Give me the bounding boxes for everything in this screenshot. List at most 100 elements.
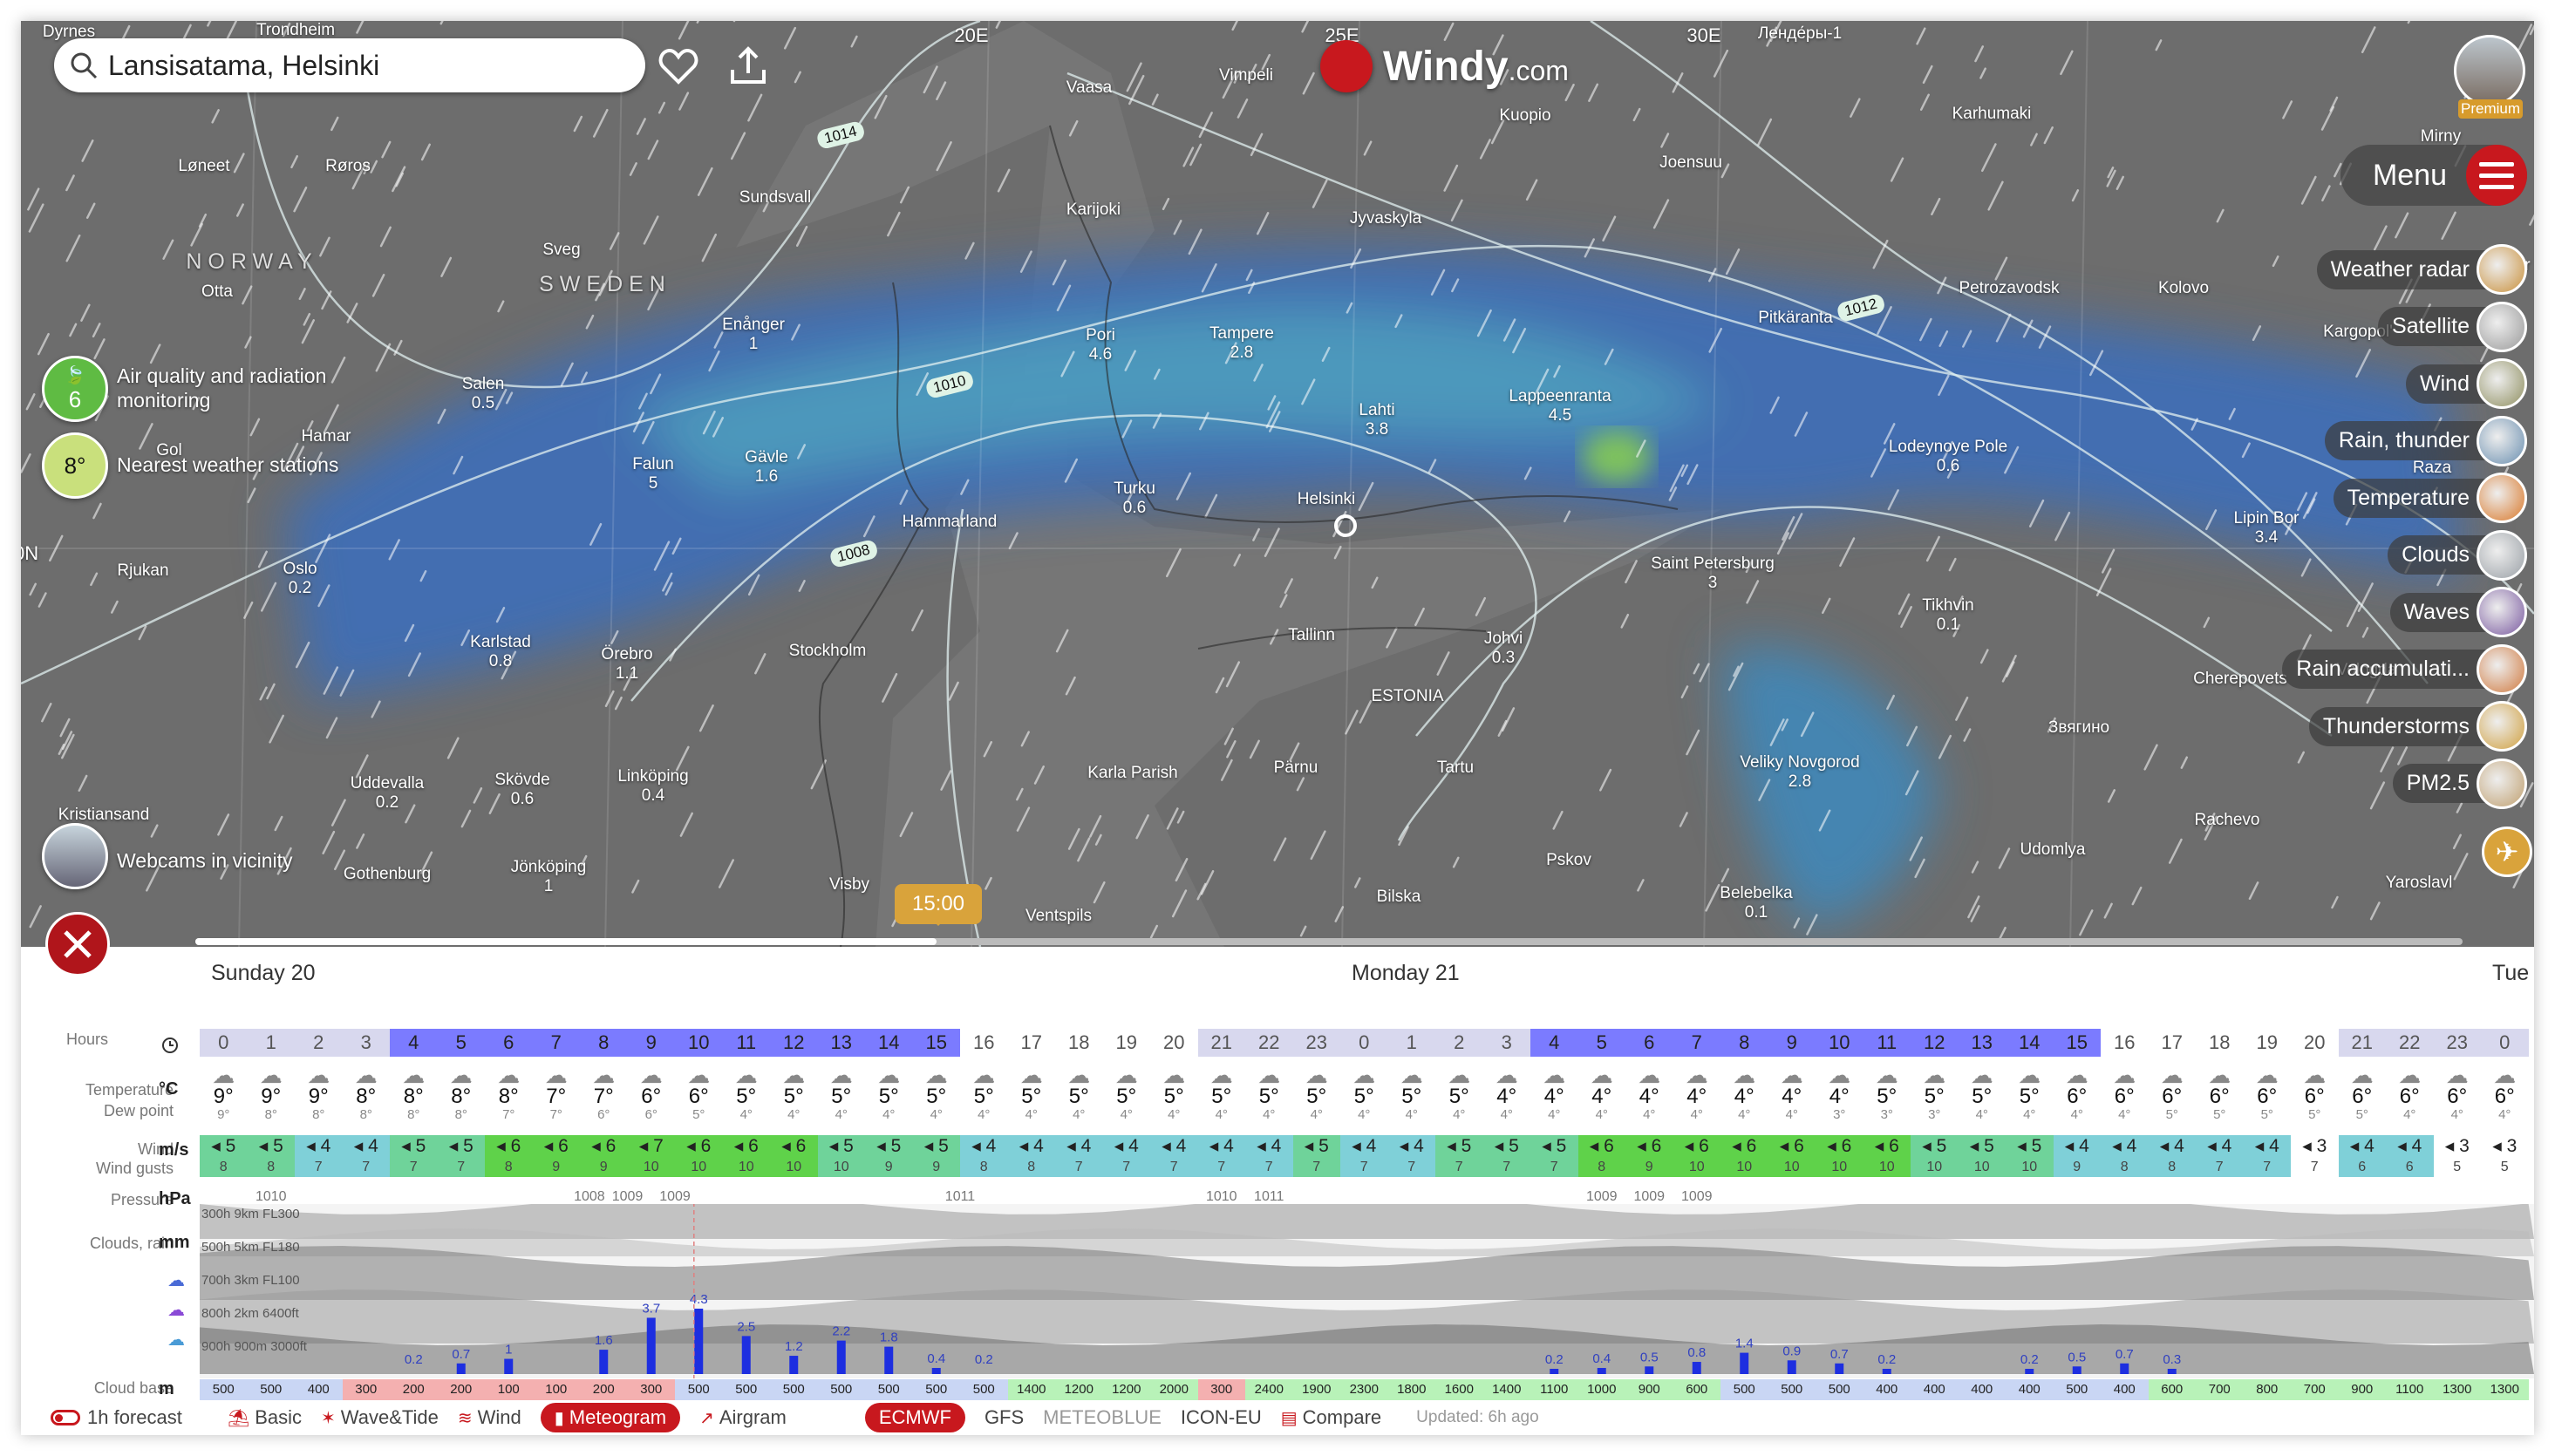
temperature-cell: 5° (783, 1085, 804, 1108)
rain-label: 0.3 (2163, 1352, 2181, 1367)
gust-cell: 7 (1245, 1158, 1293, 1177)
airplane-icon[interactable]: ✈ (2482, 827, 2532, 877)
gust-cell: 8 (1577, 1158, 1625, 1177)
row-labels: Hours Temperature Dew point Wind Wind gu… (21, 947, 174, 1418)
basic-icon: ⛱ (227, 1408, 250, 1428)
temperature-cell: 5° (1211, 1085, 1232, 1108)
tab-basic[interactable]: ⛱ Basic (228, 1406, 302, 1429)
layer-thumbnail-icon (2477, 301, 2527, 352)
layer-thumbnail-icon (2477, 758, 2527, 809)
rain-bar (1645, 1366, 1654, 1374)
avatar[interactable] (2454, 35, 2525, 106)
gust-cell: 10 (1816, 1158, 1863, 1177)
layer-thumbnail-icon (2477, 415, 2527, 466)
compare-button[interactable]: ▤ Compare (1281, 1406, 1381, 1429)
weather-stations-button[interactable]: 8° Nearest weather stations (42, 432, 338, 499)
wind-cell: ◂ 4 (1340, 1135, 1388, 1158)
tab-wind[interactable]: ≋ Wind (458, 1406, 521, 1429)
map-city-label: Otta (201, 282, 233, 301)
share-icon[interactable] (726, 44, 771, 89)
model-icon-eu[interactable]: ICON-EU (1181, 1406, 1262, 1429)
wind-cell: ◂ 5 (1958, 1135, 2006, 1158)
webcams-button[interactable] (42, 509, 108, 889)
wind-cell: ◂ 5 (1911, 1135, 1959, 1158)
map-city-label: Lahti 3.8 (1359, 401, 1395, 439)
temperature-cell: 4° (1686, 1085, 1707, 1108)
gust-cell: 8 (2101, 1158, 2149, 1177)
layer-item[interactable]: Waves (2389, 587, 2527, 637)
rain-hotspot (1582, 431, 1652, 483)
map-grid-label: 60N (21, 542, 39, 564)
map-city-label: Turku 0.6 (1114, 480, 1155, 517)
layer-item[interactable]: Thunderstorms (2308, 701, 2527, 752)
toggle-icon[interactable] (51, 1410, 80, 1425)
windy-logo[interactable]: Windy.com (1320, 40, 1569, 92)
layer-item[interactable]: Rain accumulati... (2282, 643, 2527, 695)
gust-cell: 10 (1911, 1158, 1959, 1177)
map-city-label: Örebro 1.1 (601, 645, 653, 683)
weather-map[interactable]: Dyrnes Trondheim Vaasa Vimpeli Kuopio Joensuu… (21, 21, 2534, 947)
cloud-base-cell: 1100 (2386, 1379, 2434, 1400)
tab-wave-tide[interactable]: ✶ Wave&Tide (321, 1406, 439, 1429)
map-city-label: Løneet (178, 157, 230, 175)
map-city-label: Saint Petersburg 3 (1651, 555, 1775, 592)
layer-item[interactable]: PM2.5 (2392, 758, 2527, 809)
cloud-base-cell: 1900 (1292, 1379, 1340, 1400)
cloud-base-cell: 2000 (1150, 1379, 1198, 1400)
search-input[interactable]: Lansisatama, Helsinki (108, 50, 379, 82)
heart-icon[interactable] (656, 44, 701, 89)
layer-item[interactable]: Wind (2406, 358, 2527, 409)
layer-item[interactable]: Satellite (2378, 301, 2527, 352)
location-pin-icon[interactable] (1334, 514, 1357, 537)
model-gfs[interactable]: GFS (985, 1406, 1024, 1429)
pressure-label: 1009 (1633, 1189, 1666, 1204)
tab-1h-forecast[interactable]: 1h forecast (87, 1406, 182, 1429)
dew-point-cell: 7° (502, 1107, 515, 1122)
air-quality-button[interactable]: 🍃 6 Air quality and radiation monitoring (42, 356, 326, 422)
search-bar[interactable]: Lansisatama, Helsinki (54, 38, 645, 92)
dew-point-cell: 4° (1073, 1107, 1086, 1122)
close-button[interactable] (45, 912, 110, 976)
temperature-cell: 4° (1734, 1085, 1754, 1108)
wind-cell: ◂ 4 (1245, 1135, 1293, 1158)
layer-item[interactable]: Rain, thunder (2324, 415, 2527, 466)
map-city-label: Yaroslavl (2385, 874, 2453, 892)
rain-label: 0.5 (2068, 1350, 2086, 1364)
gust-cell: 7 (1482, 1158, 1530, 1177)
wind-cell: ◂ 4 (1150, 1135, 1198, 1158)
tab-meteogram[interactable]: ▮ Meteogram (540, 1403, 681, 1432)
wind-cell: ◂ 4 (2196, 1135, 2244, 1158)
rain-bar (1692, 1362, 1701, 1374)
map-city-label: Oslo 0.2 (283, 560, 317, 597)
gust-cell: 10 (722, 1158, 770, 1177)
tab-airgram[interactable]: ↗ Airgram (699, 1406, 787, 1429)
gust-cell: 10 (817, 1158, 865, 1177)
tab-airgram-label: Airgram (719, 1406, 787, 1428)
layer-item[interactable]: Clouds (2388, 529, 2527, 581)
dew-point-cell: 4° (978, 1107, 991, 1122)
rain-bar (599, 1350, 609, 1374)
menu-button[interactable]: Menu (2340, 145, 2527, 206)
time-bubble[interactable]: 15:00 (895, 884, 982, 926)
cloud-base-cell: 400 (1958, 1379, 2006, 1400)
dew-point-cell: 8° (407, 1107, 420, 1122)
clock-icon[interactable] (160, 1036, 180, 1055)
map-city-label: Pärnu (1273, 759, 1318, 777)
map-city-label: Trondheim (256, 21, 336, 39)
wind-cell: ◂ 5 (865, 1135, 913, 1158)
layer-item[interactable]: Temperature (2333, 473, 2527, 523)
model-ecmwf[interactable]: ECMWF (864, 1403, 965, 1432)
map-city-label: Karlstad 0.8 (470, 633, 531, 670)
dew-point-cell: 4° (835, 1107, 848, 1122)
rain-label: 0.8 (1687, 1345, 1706, 1360)
dew-point-cell: 5° (2213, 1107, 2226, 1122)
model-meteoblue[interactable]: METEOBLUE (1043, 1406, 1162, 1429)
cloud-base-cell: 400 (2101, 1379, 2149, 1400)
temperature-cell: 6° (2352, 1085, 2373, 1108)
wind-cell: ◂ 5 (200, 1135, 248, 1158)
dew-point-cell: 6° (644, 1107, 657, 1122)
gust-cell: 10 (1720, 1158, 1768, 1177)
pressure-label: 1011 (944, 1189, 976, 1204)
hour-cell: 7 (1673, 1029, 1720, 1057)
layer-item[interactable]: Weather radar (2316, 244, 2527, 295)
